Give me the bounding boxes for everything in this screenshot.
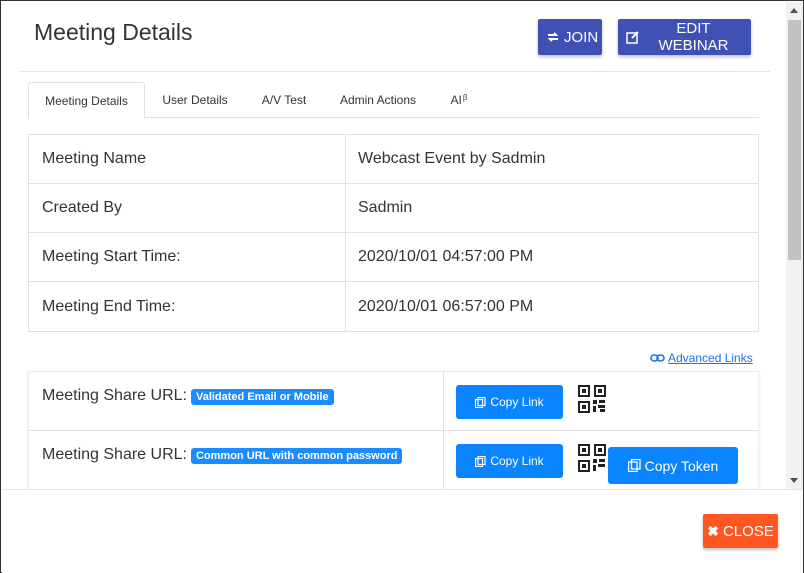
tab-ai[interactable]: AI β <box>433 82 485 118</box>
share-actions-cell: Copy Link <box>444 372 758 430</box>
detail-label: Meeting Start Time: <box>29 233 346 281</box>
copy-icon <box>627 459 641 472</box>
detail-label: Meeting Name <box>29 135 346 183</box>
modal-title: Meeting Details <box>34 19 193 45</box>
copy-icon <box>475 396 486 408</box>
modal-header: Meeting Details JOIN EDIT WEBINAR <box>19 2 770 72</box>
qr-code-icon[interactable] <box>578 444 606 472</box>
detail-value: Webcast Event by Sadmin <box>358 150 546 167</box>
modal-footer: ✖ CLOSE <box>2 489 803 573</box>
close-label: CLOSE <box>722 522 774 540</box>
copy-token-button[interactable]: Copy Token <box>608 447 738 484</box>
edit-icon <box>626 30 640 44</box>
share-url-label: Meeting Share URL: <box>42 446 187 463</box>
share-type-badge: Validated Email or Mobile <box>190 389 334 405</box>
join-label: JOIN <box>564 28 599 46</box>
copy-link-button[interactable]: Copy Link <box>456 444 563 478</box>
table-row: Meeting Start Time: 2020/10/01 04:57:00 … <box>29 233 758 282</box>
copy-icon <box>475 455 486 467</box>
link-icon <box>650 352 665 364</box>
share-actions-cell: Copy Link Copy Token <box>444 431 758 489</box>
copy-link-button[interactable]: Copy Link <box>456 385 563 419</box>
share-type-badge: Common URL with common password <box>190 448 403 464</box>
table-row: Meeting End Time: 2020/10/01 06:57:00 PM <box>29 282 758 331</box>
share-url-table: Meeting Share URL: Validated Email or Mo… <box>28 371 759 489</box>
table-row: Meeting Share URL: Common URL with commo… <box>29 431 758 489</box>
scrollbar-thumb[interactable] <box>788 20 801 260</box>
copy-token-label: Copy Token <box>644 457 719 474</box>
beta-superscript: β <box>462 92 468 102</box>
tab-admin-actions[interactable]: Admin Actions <box>323 82 433 118</box>
share-url-label-cell: Meeting Share URL: Validated Email or Mo… <box>29 372 444 430</box>
refresh-icon <box>546 31 560 43</box>
detail-value: Sadmin <box>358 199 413 216</box>
details-table: Meeting Name Webcast Event by Sadmin Cre… <box>28 134 759 332</box>
meeting-details-modal: Meeting Details JOIN EDIT WEBINAR Meetin… <box>0 0 804 573</box>
detail-label: Created By <box>29 184 346 232</box>
detail-value: 2020/10/01 06:57:00 PM <box>358 297 534 315</box>
vertical-scrollbar[interactable] <box>786 2 803 489</box>
share-url-label: Meeting Share URL: <box>42 387 187 404</box>
table-row: Meeting Share URL: Validated Email or Mo… <box>29 372 758 431</box>
qr-code-icon[interactable] <box>578 385 606 413</box>
table-row: Created By Sadmin <box>29 184 758 233</box>
modal-body[interactable]: Meeting Details JOIN EDIT WEBINAR Meetin… <box>2 2 786 489</box>
edit-webinar-button[interactable]: EDIT WEBINAR <box>618 19 751 55</box>
join-button[interactable]: JOIN <box>538 19 602 55</box>
tab-bar: Meeting Details User Details A/V Test Ad… <box>28 82 759 119</box>
edit-webinar-label: EDIT WEBINAR <box>658 20 729 54</box>
tab-user-details[interactable]: User Details <box>145 82 245 118</box>
detail-label: Meeting End Time: <box>29 282 346 331</box>
scroll-up-arrow-icon[interactable] <box>790 8 798 13</box>
advanced-links-link[interactable]: Advanced Links <box>650 351 753 365</box>
close-button[interactable]: ✖ CLOSE <box>703 514 778 548</box>
copy-link-label: Copy Link <box>490 454 544 468</box>
table-row: Meeting Name Webcast Event by Sadmin <box>29 135 758 184</box>
close-icon: ✖ <box>707 522 719 539</box>
share-url-label-cell: Meeting Share URL: Common URL with commo… <box>29 431 444 489</box>
detail-value: 2020/10/01 04:57:00 PM <box>358 248 534 265</box>
advanced-links-label: Advanced Links <box>668 351 753 365</box>
scroll-down-arrow-icon[interactable] <box>790 478 798 483</box>
tab-meeting-details[interactable]: Meeting Details <box>28 82 145 119</box>
tab-av-test[interactable]: A/V Test <box>245 82 323 118</box>
copy-link-label: Copy Link <box>490 395 544 409</box>
